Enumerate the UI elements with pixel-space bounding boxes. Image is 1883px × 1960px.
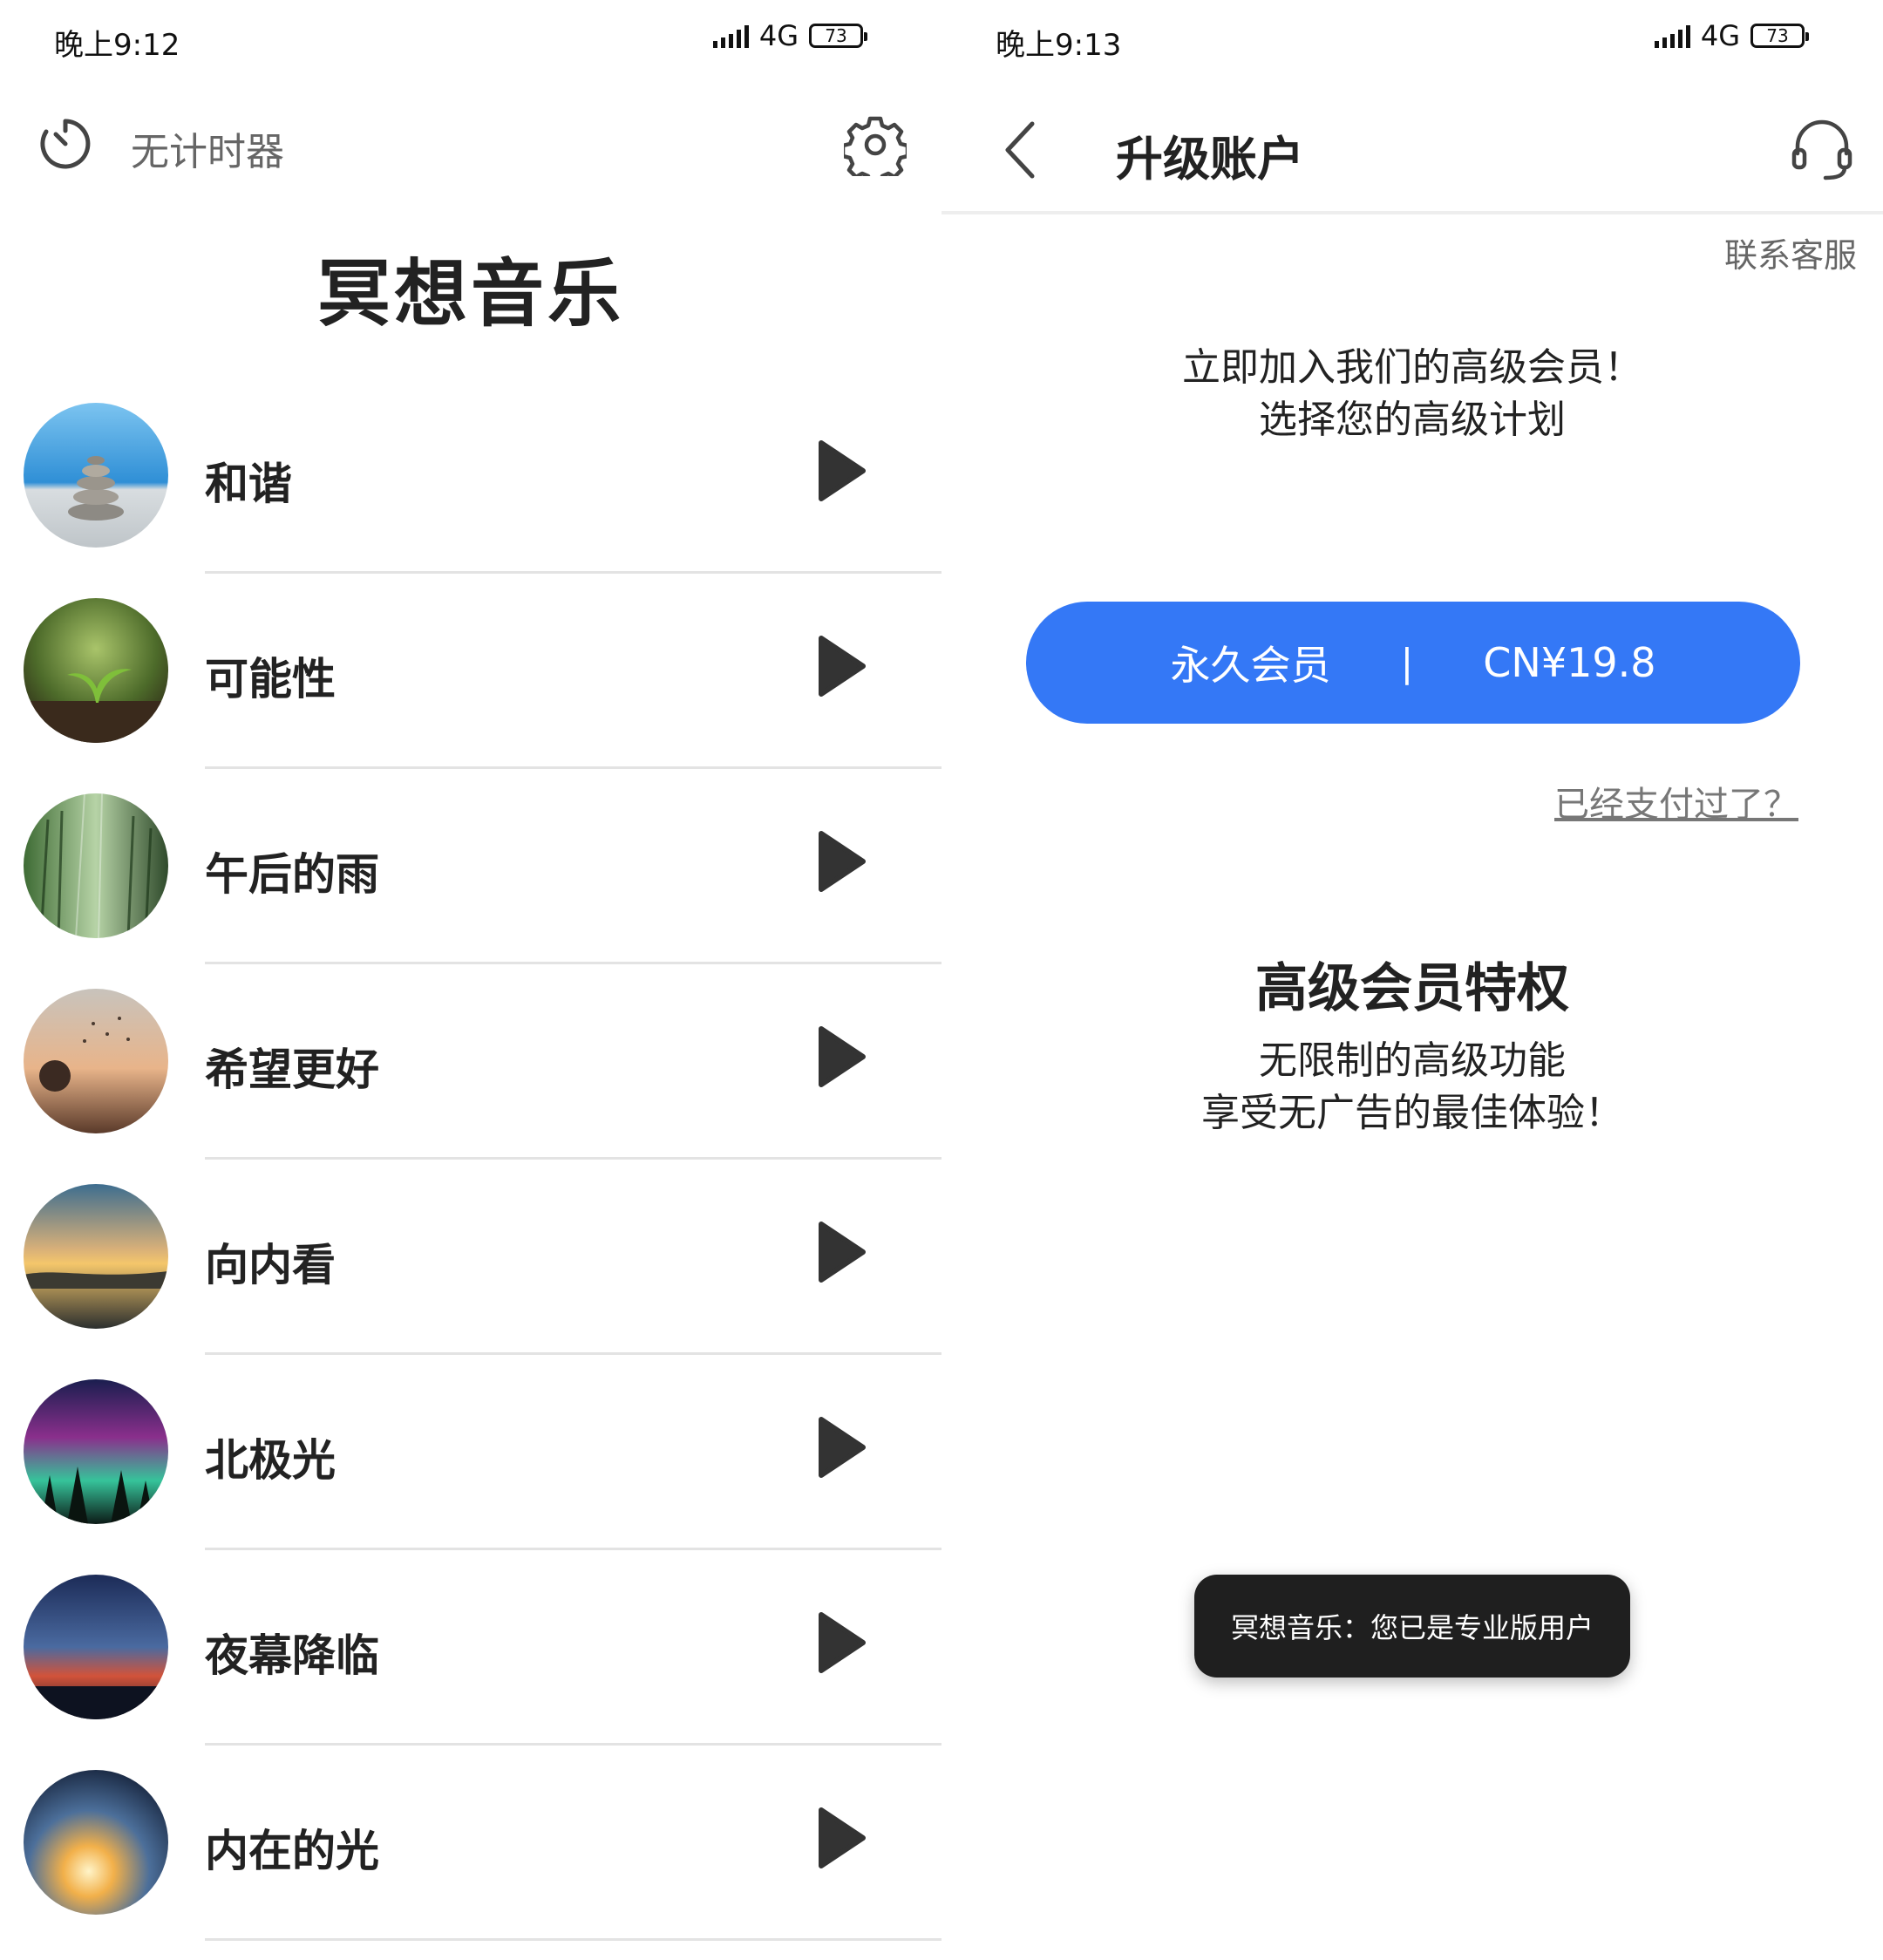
track-thumbnail bbox=[24, 403, 168, 548]
play-icon[interactable] bbox=[811, 631, 872, 701]
timer-label[interactable]: 无计时器 bbox=[131, 120, 284, 176]
status-bar: 晚上9:12 4G 73 bbox=[0, 0, 942, 78]
upgrade-account-screen: 晚上9:13 4G 73 升级账户 联系客服 立即加入我们的高级会员！ 选择您的… bbox=[942, 0, 1883, 1960]
back-icon[interactable] bbox=[994, 115, 1046, 185]
track-name: 北极光 bbox=[205, 1435, 336, 1486]
header: 升级账户 bbox=[942, 105, 1883, 214]
lifetime-plan-button[interactable]: 永久会员 | CN¥19.8 bbox=[1026, 602, 1800, 724]
meditation-music-screen: 晚上9:12 4G 73 无计时器 冥想音乐 和谐 可能性 午后的雨 希望更好 … bbox=[0, 0, 942, 1960]
play-icon[interactable] bbox=[811, 1022, 872, 1092]
battery-icon: 73 bbox=[809, 24, 867, 48]
status-bar: 晚上9:13 4G 73 bbox=[942, 0, 1883, 78]
privileges-title: 高级会员特权 bbox=[1255, 958, 1569, 1019]
track-name: 可能性 bbox=[205, 654, 336, 704]
page-title: 冥想音乐 bbox=[316, 251, 624, 337]
track-name: 内在的光 bbox=[205, 1826, 379, 1876]
divider bbox=[205, 1352, 942, 1355]
toast-message: 冥想音乐：您已是专业版用户 bbox=[1194, 1575, 1630, 1678]
top-toolbar: 无计时器 bbox=[0, 105, 942, 183]
battery-icon: 73 bbox=[1750, 24, 1809, 48]
track-item-inner-light[interactable]: 内在的光 bbox=[0, 1761, 942, 1957]
track-thumbnail bbox=[24, 1379, 168, 1524]
intro-line: 立即加入我们的高级会员！ bbox=[1182, 345, 1642, 390]
play-icon[interactable] bbox=[811, 1217, 872, 1287]
track-thumbnail bbox=[24, 1770, 168, 1915]
headset-icon[interactable] bbox=[1787, 115, 1857, 185]
battery-level: 73 bbox=[1766, 25, 1789, 46]
plan-price: CN¥19.8 bbox=[1483, 639, 1656, 686]
intro-line: 选择您的高级计划 bbox=[1259, 398, 1566, 442]
intro-text: 立即加入我们的高级会员！ 选择您的高级计划 bbox=[942, 342, 1883, 446]
divider bbox=[205, 1743, 942, 1746]
contact-support-link[interactable]: 联系客服 bbox=[1724, 228, 1857, 276]
network-type: 4G bbox=[758, 19, 799, 52]
divider bbox=[205, 571, 942, 574]
track-name: 向内看 bbox=[205, 1240, 336, 1290]
track-item-harmony[interactable]: 和谐 bbox=[0, 394, 942, 589]
battery-level: 73 bbox=[825, 25, 847, 46]
signal-icon bbox=[712, 24, 749, 48]
track-thumbnail bbox=[24, 598, 168, 743]
timer-icon[interactable] bbox=[35, 113, 96, 174]
track-list: 和谐 可能性 午后的雨 希望更好 向内看 北极光 夜幕降临 内在的光 bbox=[0, 394, 942, 1957]
track-item-aurora[interactable]: 北极光 bbox=[0, 1371, 942, 1566]
track-thumbnail bbox=[24, 1184, 168, 1329]
divider bbox=[205, 766, 942, 769]
play-icon[interactable] bbox=[811, 1412, 872, 1482]
page-title: 升级账户 bbox=[1116, 132, 1304, 187]
track-item-possibility[interactable]: 可能性 bbox=[0, 589, 942, 785]
track-thumbnail bbox=[24, 793, 168, 938]
divider bbox=[205, 1548, 942, 1550]
track-name: 夜幕降临 bbox=[205, 1630, 379, 1681]
track-name: 和谐 bbox=[205, 459, 292, 509]
already-paid-link[interactable]: 已经支付过了？ bbox=[1554, 776, 1798, 827]
privilege-line: 无限制的高级功能 bbox=[1259, 1038, 1566, 1083]
track-name: 午后的雨 bbox=[205, 849, 379, 900]
divider bbox=[205, 1157, 942, 1160]
divider bbox=[205, 962, 942, 964]
privilege-line: 享受无广告的最佳体验！ bbox=[1201, 1091, 1623, 1135]
gear-icon[interactable] bbox=[844, 113, 907, 176]
play-icon[interactable] bbox=[811, 436, 872, 506]
status-indicators: 4G 73 bbox=[712, 19, 867, 52]
track-thumbnail bbox=[24, 1575, 168, 1719]
status-indicators: 4G 73 bbox=[1654, 19, 1809, 52]
status-time: 晚上9:13 bbox=[996, 28, 1122, 63]
signal-icon bbox=[1654, 24, 1690, 48]
network-type: 4G bbox=[1700, 19, 1740, 52]
track-item-better-hope[interactable]: 希望更好 bbox=[0, 980, 942, 1175]
plan-name: 永久会员 bbox=[1170, 642, 1331, 689]
status-time: 晚上9:12 bbox=[54, 28, 180, 63]
track-thumbnail bbox=[24, 989, 168, 1133]
track-item-look-within[interactable]: 向内看 bbox=[0, 1175, 942, 1371]
play-icon[interactable] bbox=[811, 1608, 872, 1678]
track-item-afternoon-rain[interactable]: 午后的雨 bbox=[0, 785, 942, 980]
plan-separator: | bbox=[1400, 640, 1414, 685]
play-icon[interactable] bbox=[811, 1803, 872, 1873]
divider bbox=[205, 1938, 942, 1941]
track-item-nightfall[interactable]: 夜幕降临 bbox=[0, 1566, 942, 1761]
track-name: 希望更好 bbox=[205, 1045, 379, 1095]
play-icon[interactable] bbox=[811, 827, 872, 896]
